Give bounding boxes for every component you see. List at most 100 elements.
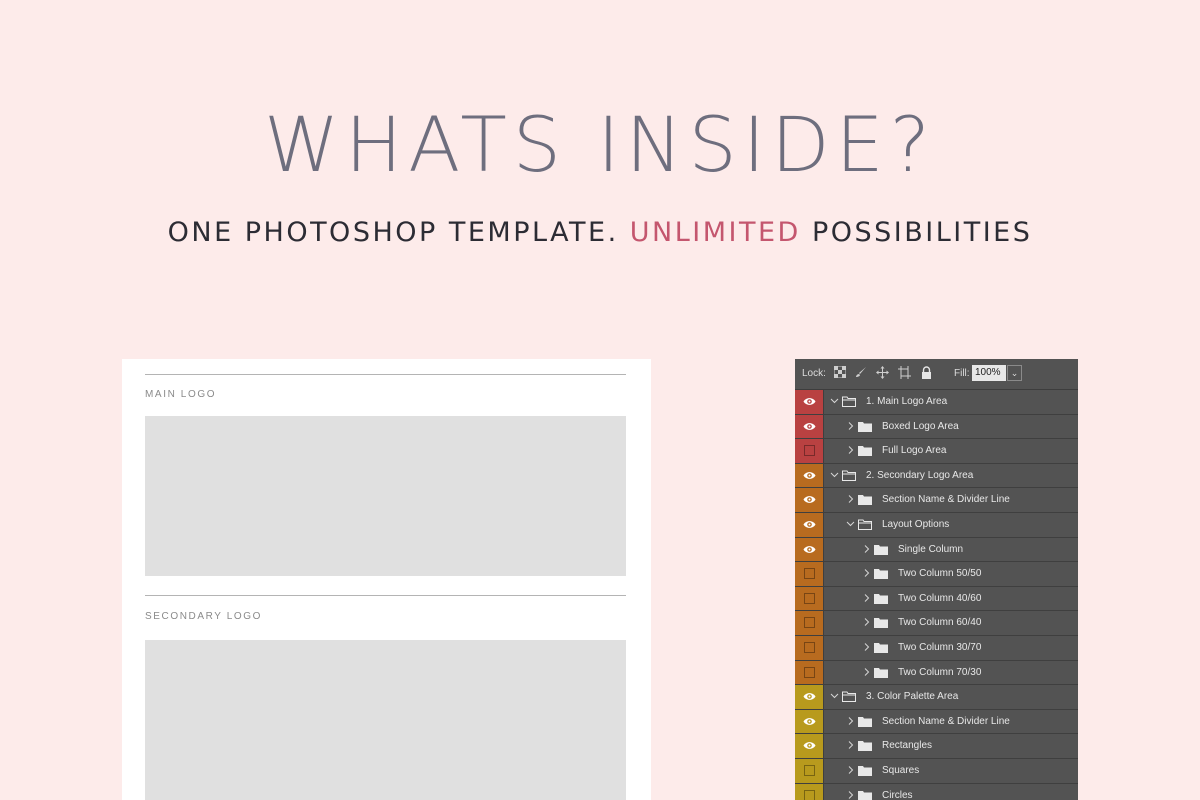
eye-icon [803, 496, 816, 504]
chevron-down-icon[interactable] [830, 470, 839, 480]
main-logo-label: MAIN LOGO [145, 389, 217, 400]
subtitle-start: ONE PHOTOSHOP TEMPLATE. [167, 217, 619, 248]
layer-name: Single Column [898, 543, 964, 555]
chevron-right-icon[interactable] [846, 445, 855, 455]
layer-visibility-toggle[interactable] [795, 414, 824, 439]
layer-row[interactable]: Single Column [795, 537, 1078, 563]
layer-name: Section Name & Divider Line [882, 494, 1010, 506]
layer-name: Squares [882, 764, 920, 776]
layer-row[interactable]: Boxed Logo Area [795, 414, 1078, 440]
chevron-right-icon[interactable] [862, 568, 871, 578]
secondary-logo-placeholder [145, 640, 626, 800]
lock-artboard-icon[interactable] [898, 366, 911, 379]
chevron-down-icon[interactable] [830, 691, 839, 701]
chevron-right-icon[interactable] [846, 494, 855, 504]
layer-row[interactable]: Full Logo Area [795, 439, 1078, 464]
layer-visibility-toggle[interactable] [795, 660, 824, 685]
folder-icon [858, 421, 872, 432]
chevron-right-icon[interactable] [846, 716, 855, 726]
chevron-right-icon[interactable] [862, 642, 871, 652]
layer-row[interactable]: 1. Main Logo Area [795, 390, 1078, 415]
chevron-right-icon[interactable] [862, 593, 871, 603]
layer-visibility-toggle[interactable] [795, 758, 824, 783]
divider-line [145, 374, 626, 375]
chevron-right-icon[interactable] [846, 421, 855, 431]
chevron-right-icon[interactable] [846, 765, 855, 775]
divider-line [145, 595, 626, 596]
secondary-logo-label: SECONDARY LOGO [145, 611, 263, 622]
eye-icon [803, 742, 816, 750]
layer-visibility-toggle[interactable] [795, 685, 824, 709]
hidden-box-icon [804, 568, 815, 580]
chevron-down-icon[interactable] [846, 519, 855, 529]
chevron-right-icon[interactable] [862, 667, 871, 677]
hidden-box-icon [804, 641, 815, 653]
layer-name: Rectangles [882, 740, 933, 752]
folder-icon [858, 445, 872, 457]
layer-visibility-toggle[interactable] [795, 439, 824, 463]
layer-visibility-toggle[interactable] [795, 463, 824, 488]
chevron-right-icon[interactable] [862, 617, 871, 627]
layer-row[interactable]: Two Column 50/50 [795, 562, 1078, 587]
lock-transparent-icon[interactable] [833, 365, 846, 379]
layer-visibility-toggle[interactable] [795, 390, 824, 414]
hidden-box-icon [804, 592, 815, 604]
template-preview: MAIN LOGO SECONDARY LOGO [122, 359, 651, 800]
layer-name: 2. Secondary Logo Area [866, 469, 974, 481]
hidden-box-icon [804, 445, 815, 457]
subtitle-end: POSSIBILITIES [811, 217, 1033, 248]
folder-icon [858, 765, 872, 776]
layer-name: Circles [882, 789, 913, 800]
layer-row[interactable]: Squares [795, 758, 1078, 784]
layer-visibility-toggle[interactable] [795, 537, 824, 562]
layer-name: Two Column 40/60 [898, 592, 982, 604]
eye-icon [803, 398, 816, 405]
layer-visibility-toggle[interactable] [795, 734, 824, 758]
chevron-right-icon[interactable] [846, 790, 855, 800]
folder-icon [874, 568, 888, 580]
folder-icon [858, 740, 872, 752]
layer-visibility-toggle[interactable] [795, 586, 824, 611]
layer-visibility-toggle[interactable] [795, 709, 824, 734]
lock-all-icon[interactable] [920, 366, 933, 379]
chevron-right-icon[interactable] [862, 544, 871, 554]
layer-row[interactable]: Two Column 30/70 [795, 635, 1078, 661]
lock-brush-icon[interactable] [854, 366, 867, 379]
layer-row[interactable]: Two Column 70/30 [795, 660, 1078, 686]
fill-input[interactable]: 100% [972, 365, 1006, 381]
layer-visibility-toggle[interactable] [795, 635, 824, 660]
layer-row[interactable]: 2. Secondary Logo Area [795, 463, 1078, 489]
page-subtitle: ONE PHOTOSHOP TEMPLATE. UNLIMITED POSSIB… [0, 215, 1200, 251]
chevron-right-icon[interactable] [846, 740, 855, 750]
folder-icon [874, 617, 888, 629]
fill-dropdown-button[interactable]: ⌄ [1007, 365, 1022, 381]
chevron-down-icon[interactable] [830, 396, 839, 406]
lock-move-icon[interactable] [876, 366, 889, 379]
layer-row[interactable]: 3. Color Palette Area [795, 685, 1078, 710]
layer-row[interactable]: Two Column 60/40 [795, 611, 1078, 636]
layer-row[interactable]: Two Column 40/60 [795, 586, 1078, 612]
layer-name: Layout Options [882, 518, 950, 530]
folder-open-icon [842, 691, 856, 703]
layer-visibility-toggle[interactable] [795, 488, 824, 512]
folder-icon [874, 544, 888, 555]
layer-visibility-toggle[interactable] [795, 512, 824, 537]
layer-visibility-toggle[interactable] [795, 562, 824, 586]
layer-row[interactable]: Circles [795, 783, 1078, 800]
layer-name: Two Column 50/50 [898, 568, 982, 580]
layer-visibility-toggle[interactable] [795, 783, 824, 800]
layer-name: Boxed Logo Area [882, 420, 959, 432]
layer-name: 3. Color Palette Area [866, 691, 959, 703]
folder-open-icon [858, 519, 872, 530]
layer-visibility-toggle[interactable] [795, 611, 824, 635]
lock-toolbar: Lock: Fill: 100% ⌄ [795, 359, 1078, 390]
layer-row[interactable]: Rectangles [795, 734, 1078, 759]
folder-icon [874, 642, 888, 653]
layer-row[interactable]: Section Name & Divider Line [795, 709, 1078, 735]
layer-row[interactable]: Layout Options [795, 512, 1078, 538]
layer-row[interactable]: Section Name & Divider Line [795, 488, 1078, 513]
layer-name: Two Column 60/40 [898, 617, 982, 629]
hidden-box-icon [804, 666, 815, 678]
folder-icon [858, 716, 872, 727]
layer-name: Section Name & Divider Line [882, 715, 1010, 727]
